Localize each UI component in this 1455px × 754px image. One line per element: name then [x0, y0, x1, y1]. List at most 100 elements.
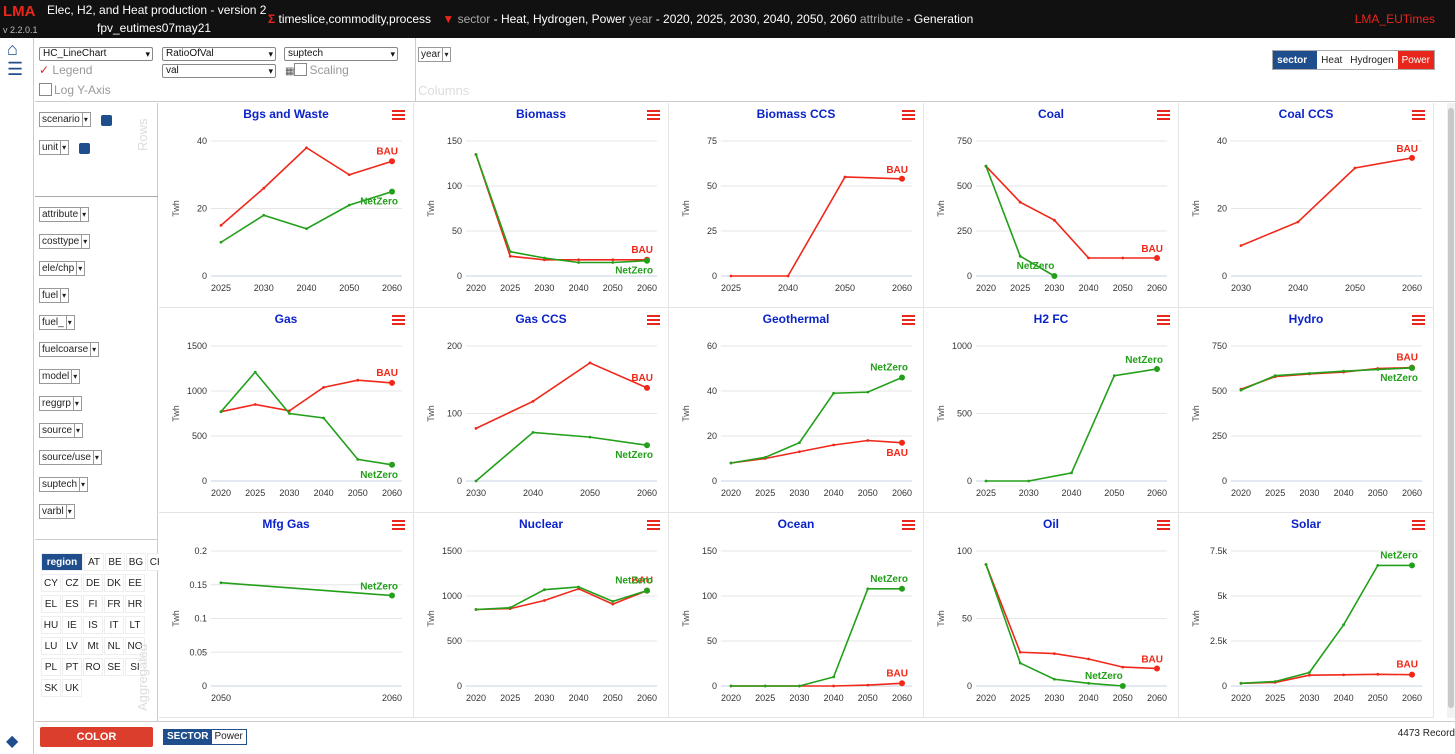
- data-point[interactable]: [474, 426, 478, 430]
- data-point[interactable]: [1112, 374, 1116, 378]
- data-point[interactable]: [1053, 218, 1056, 222]
- pill-suptech[interactable]: suptech ▾: [39, 477, 89, 492]
- data-point[interactable]: [644, 587, 650, 594]
- data-point[interactable]: [219, 581, 223, 585]
- series-line-netzero[interactable]: [220, 370, 393, 466]
- data-point[interactable]: [1051, 273, 1058, 279]
- data-point[interactable]: [786, 274, 790, 278]
- series-line-netzero[interactable]: [731, 588, 902, 687]
- data-point[interactable]: [1409, 364, 1415, 371]
- data-point[interactable]: [644, 384, 650, 391]
- data-point[interactable]: [1121, 256, 1125, 260]
- data-point[interactable]: [1273, 374, 1277, 378]
- external-link-icon[interactable]: [101, 115, 112, 126]
- data-point[interactable]: [1409, 154, 1415, 161]
- data-point[interactable]: [866, 683, 870, 687]
- data-point[interactable]: [577, 261, 580, 264]
- region-lv[interactable]: LV: [62, 637, 82, 655]
- region-se[interactable]: SE: [104, 658, 124, 676]
- data-point[interactable]: [1239, 681, 1243, 685]
- data-point[interactable]: [305, 146, 308, 150]
- data-point[interactable]: [1053, 652, 1056, 655]
- data-point[interactable]: [262, 186, 266, 190]
- data-point[interactable]: [1087, 681, 1090, 685]
- series-line-bau[interactable]: [730, 439, 903, 464]
- data-point[interactable]: [1027, 479, 1031, 483]
- series-line-bau[interactable]: [220, 146, 393, 226]
- data-point[interactable]: [843, 175, 847, 179]
- region-fi[interactable]: FI: [83, 595, 103, 613]
- data-point[interactable]: [253, 370, 257, 374]
- data-point[interactable]: [305, 227, 308, 231]
- region-header[interactable]: region: [41, 553, 83, 571]
- region-ro[interactable]: RO: [83, 658, 103, 676]
- region-lu[interactable]: LU: [41, 637, 61, 655]
- data-point[interactable]: [1342, 369, 1345, 373]
- data-point[interactable]: [543, 588, 546, 592]
- data-point[interactable]: [611, 600, 615, 603]
- data-point[interactable]: [474, 608, 478, 611]
- region-es[interactable]: ES: [62, 595, 82, 613]
- data-point[interactable]: [389, 461, 395, 468]
- data-point[interactable]: [899, 439, 905, 446]
- data-point[interactable]: [588, 361, 592, 365]
- app-logo[interactable]: LMA: [3, 3, 36, 20]
- data-point[interactable]: [832, 391, 835, 395]
- series-line-bau[interactable]: [475, 154, 647, 261]
- region-be[interactable]: BE: [105, 553, 125, 571]
- data-point[interactable]: [899, 680, 905, 687]
- data-point[interactable]: [798, 684, 801, 688]
- data-point[interactable]: [219, 240, 223, 244]
- data-point[interactable]: [389, 188, 395, 195]
- sector-legend-power[interactable]: Power: [1397, 51, 1434, 69]
- data-point[interactable]: [644, 257, 650, 264]
- data-point[interactable]: [1018, 254, 1022, 258]
- series-line-netzero[interactable]: [985, 165, 1055, 277]
- sector-legend-hydrogen[interactable]: Hydrogen: [1346, 51, 1397, 69]
- series-dim-select[interactable]: suptech ▾: [284, 47, 398, 61]
- data-point[interactable]: [1409, 671, 1415, 678]
- data-point[interactable]: [1154, 255, 1160, 261]
- pill-source[interactable]: source ▾: [39, 423, 84, 438]
- pill-attribute[interactable]: attribute ▾: [39, 207, 90, 222]
- series-line-bau[interactable]: [475, 361, 648, 430]
- data-point[interactable]: [984, 563, 988, 566]
- data-point[interactable]: [611, 261, 615, 264]
- data-point[interactable]: [588, 435, 592, 439]
- data-point[interactable]: [899, 585, 905, 592]
- data-point[interactable]: [1070, 471, 1073, 475]
- data-point[interactable]: [508, 250, 512, 254]
- legend-checkbox[interactable]: ✓ Legend: [39, 63, 92, 77]
- data-point[interactable]: [899, 374, 905, 381]
- data-point[interactable]: [322, 386, 325, 389]
- series-line-bau[interactable]: [220, 379, 393, 413]
- data-point[interactable]: [543, 599, 546, 602]
- data-point[interactable]: [1154, 365, 1160, 372]
- data-point[interactable]: [1342, 623, 1345, 627]
- data-point[interactable]: [984, 164, 988, 168]
- data-point[interactable]: [389, 379, 395, 386]
- color-button[interactable]: COLOR: [40, 727, 153, 747]
- data-point[interactable]: [577, 585, 580, 589]
- data-point[interactable]: [729, 461, 733, 465]
- series-line-bau[interactable]: [1240, 157, 1413, 247]
- region-hu[interactable]: HU: [41, 616, 61, 634]
- data-point[interactable]: [1087, 657, 1090, 661]
- data-point[interactable]: [866, 587, 870, 591]
- data-point[interactable]: [322, 416, 325, 420]
- sector-chip[interactable]: SECTOR Power: [163, 729, 247, 745]
- pill-ele-chp[interactable]: ele/chp ▾: [39, 261, 86, 276]
- series-line-netzero[interactable]: [985, 564, 1123, 687]
- region-nl[interactable]: NL: [104, 637, 124, 655]
- columns-dropzone[interactable]: year ▾ Columns sector Heat Hydrogen Power: [415, 38, 1450, 102]
- home-icon[interactable]: ⌂: [7, 40, 18, 58]
- data-point[interactable]: [389, 592, 395, 599]
- data-point[interactable]: [508, 606, 512, 610]
- data-point[interactable]: [866, 439, 870, 442]
- region-cz[interactable]: CZ: [62, 574, 82, 592]
- pill-costtype[interactable]: costtype ▾: [39, 234, 91, 249]
- data-point[interactable]: [1296, 220, 1300, 224]
- unit-pill[interactable]: unit ▾: [39, 140, 70, 155]
- data-point[interactable]: [763, 455, 767, 459]
- pill-fuelcoarse[interactable]: fuelcoarse ▾: [39, 342, 100, 357]
